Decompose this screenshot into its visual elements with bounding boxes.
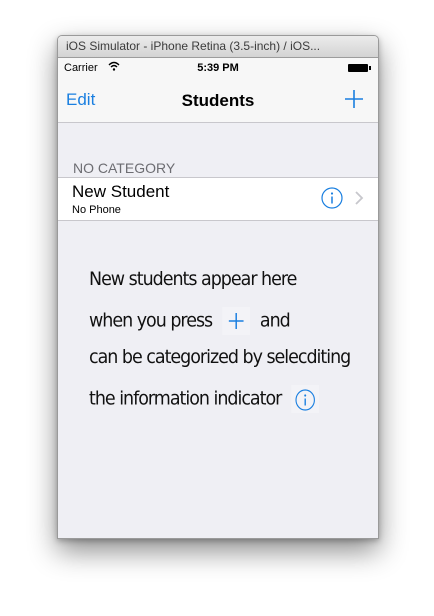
inline-info-sample — [291, 385, 320, 413]
info-icon — [321, 187, 343, 209]
chevron-right-icon — [354, 190, 364, 206]
hint-line-3: can be categorized by selecditing — [89, 346, 351, 368]
window-title: iOS Simulator - iPhone Retina (3.5-inch)… — [58, 36, 378, 58]
navigation-bar: Edit Students — [58, 78, 378, 123]
info-button[interactable] — [321, 187, 343, 209]
status-bar: Carrier 5:39 PM — [58, 58, 378, 78]
plus-icon — [345, 90, 363, 108]
status-time: 5:39 PM — [197, 62, 239, 74]
add-student-button[interactable] — [344, 89, 364, 109]
hint-line-2: when you press and — [89, 307, 347, 346]
hint-line-2-start: when you press — [89, 309, 213, 332]
battery-icon — [348, 64, 371, 72]
student-phone: No Phone — [72, 204, 121, 216]
hint-line-4: the information indicator — [89, 385, 347, 424]
inline-plus-sample — [222, 307, 250, 335]
student-name: New Student — [72, 182, 170, 201]
instruction-text: New students appear here when you press … — [89, 268, 351, 424]
simulator-window: iOS Simulator - iPhone Retina (3.5-inch)… — [57, 35, 379, 539]
hint-line-4-text: the information indicator — [89, 387, 282, 410]
plus-icon — [228, 313, 244, 329]
hint-line-2-end: and — [259, 309, 291, 332]
page-title: Students — [181, 91, 255, 110]
table-row[interactable]: New Student No Phone — [58, 177, 378, 221]
info-icon — [295, 389, 315, 411]
section-header: NO CATEGORY — [73, 160, 176, 176]
hint-line-1: New students appear here — [89, 268, 297, 290]
